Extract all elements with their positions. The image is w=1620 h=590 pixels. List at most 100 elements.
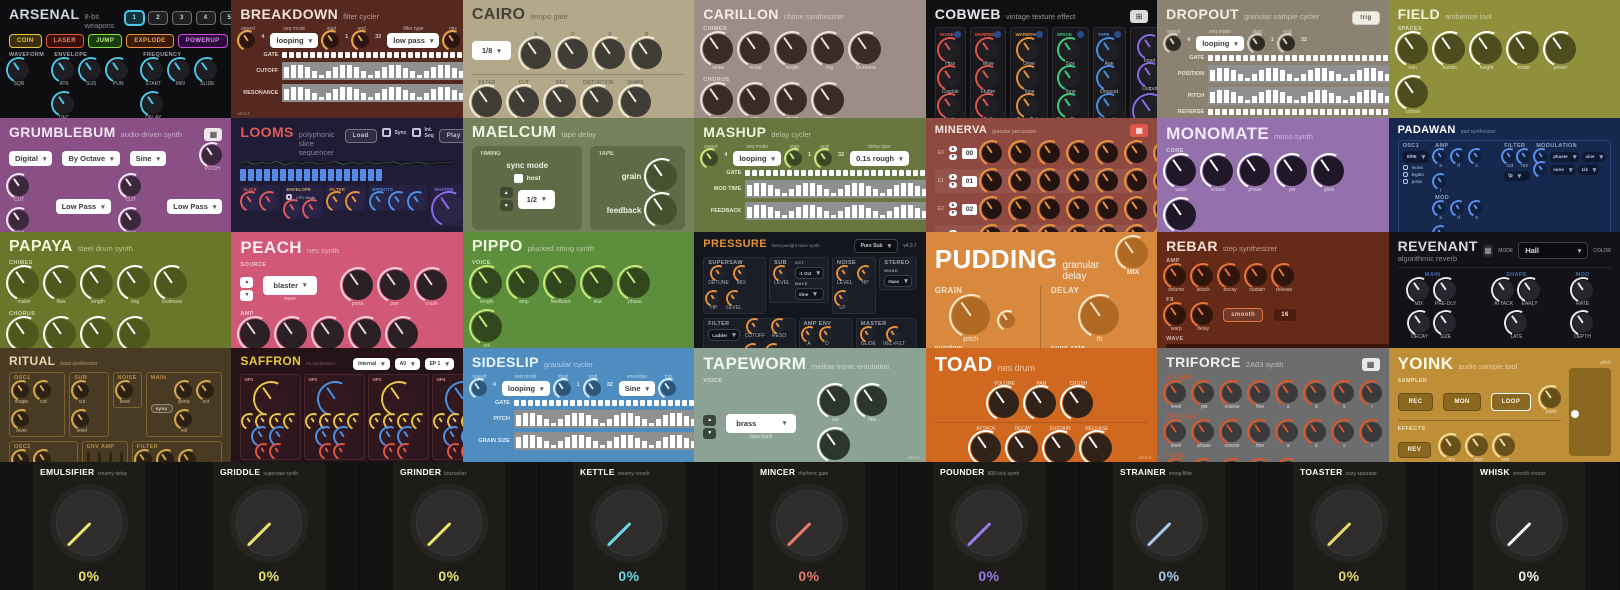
start-knob[interactable] xyxy=(555,381,571,396)
sample-number[interactable]: 02 xyxy=(961,203,978,215)
preset-dot-icon[interactable] xyxy=(1076,31,1084,38)
step-cell[interactable] xyxy=(1229,109,1235,115)
bar-cell[interactable] xyxy=(1252,73,1258,81)
knob-school[interactable] xyxy=(1397,78,1428,108)
bar-cell[interactable] xyxy=(838,210,844,218)
knob-r[interactable] xyxy=(1362,383,1383,403)
bar-cell[interactable] xyxy=(1273,68,1279,81)
bar-cell[interactable] xyxy=(1308,70,1314,81)
bar-cell[interactable] xyxy=(655,418,661,426)
bar-cell[interactable] xyxy=(1266,68,1272,81)
bar-cell[interactable] xyxy=(396,65,402,78)
step-cell[interactable] xyxy=(310,52,316,58)
knob-release[interactable] xyxy=(1274,266,1295,286)
step-cell[interactable] xyxy=(304,169,311,181)
knob-distortion[interactable] xyxy=(583,87,614,117)
step-cell[interactable] xyxy=(312,169,319,181)
knob-tape[interactable] xyxy=(820,430,851,460)
knob-length[interactable] xyxy=(471,268,502,298)
mix-knob[interactable] xyxy=(1134,96,1158,118)
knob-x[interactable] xyxy=(262,194,278,209)
step-cell[interactable] xyxy=(513,400,519,406)
bar-cell[interactable] xyxy=(782,193,788,196)
step-cell[interactable] xyxy=(1278,109,1284,115)
knob-rez[interactable] xyxy=(545,87,576,117)
bar-cell[interactable] xyxy=(417,74,423,78)
step-cell[interactable] xyxy=(815,170,821,176)
bar-cell[interactable] xyxy=(375,92,381,100)
knob-x[interactable] xyxy=(1127,199,1148,219)
bar-cell[interactable] xyxy=(683,437,689,448)
bar-cell[interactable] xyxy=(1364,90,1370,103)
knob-d[interactable] xyxy=(1453,151,1465,162)
knob-strike[interactable] xyxy=(703,34,734,64)
bar-cell[interactable] xyxy=(1364,68,1370,81)
step-cell[interactable] xyxy=(436,52,442,58)
step-cell[interactable] xyxy=(1278,55,1284,61)
mode-dropdown[interactable]: Digital xyxy=(9,151,53,166)
knob-mix[interactable] xyxy=(1441,436,1462,456)
bar-cell[interactable] xyxy=(669,435,675,448)
knob-x[interactable] xyxy=(982,199,1003,219)
bar-cell[interactable] xyxy=(1322,68,1328,81)
grid-icon[interactable]: ▦ xyxy=(1361,358,1380,371)
bar-cell[interactable] xyxy=(1336,96,1342,103)
knob-hiss[interactable] xyxy=(940,40,961,60)
knob-slide[interactable] xyxy=(197,60,218,80)
knob-s[interactable] xyxy=(1334,383,1355,403)
knob-amount[interactable] xyxy=(9,319,39,348)
step-cell[interactable] xyxy=(1250,55,1256,61)
button-4[interactable]: 4 xyxy=(195,11,216,25)
bar-cell[interactable] xyxy=(627,413,633,426)
step-cell[interactable] xyxy=(857,170,863,176)
step-cell[interactable] xyxy=(264,169,271,181)
knob-x[interactable] xyxy=(982,143,1003,163)
step-cell[interactable] xyxy=(324,52,330,58)
knob-flaw[interactable] xyxy=(46,268,76,298)
bar-cell[interactable] xyxy=(536,437,542,448)
knob-rate[interactable] xyxy=(1572,280,1593,300)
grid-icon[interactable]: ▦ xyxy=(204,128,223,141)
bar-cell[interactable] xyxy=(831,193,837,196)
bar-cell[interactable] xyxy=(1371,90,1377,103)
bar-cell[interactable] xyxy=(606,418,612,426)
preset-dropdown[interactable]: EP 1 xyxy=(424,358,454,370)
step-cell[interactable] xyxy=(1341,109,1347,115)
knob-sustain[interactable] xyxy=(314,319,345,348)
bar-cell[interactable] xyxy=(824,211,830,218)
bar-cell[interactable] xyxy=(1343,99,1349,103)
mix-knob[interactable] xyxy=(1118,238,1149,268)
knob-home[interactable] xyxy=(1508,34,1539,64)
knob-attack[interactable] xyxy=(240,319,271,348)
step-cell[interactable] xyxy=(1215,55,1221,61)
bar-cell[interactable] xyxy=(789,188,795,196)
bar-cell[interactable] xyxy=(347,87,353,100)
bar-cell[interactable] xyxy=(676,435,682,448)
knob-s[interactable] xyxy=(1471,203,1483,214)
knob-cut[interactable] xyxy=(120,176,141,196)
step-cell[interactable] xyxy=(1257,109,1263,115)
bar-cell[interactable] xyxy=(887,210,893,218)
knob-a[interactable] xyxy=(1435,151,1447,162)
knob-decay[interactable] xyxy=(1220,266,1241,286)
knob-loudness[interactable] xyxy=(157,268,187,298)
button-coin[interactable]: COIN xyxy=(9,34,42,48)
bar-cell[interactable] xyxy=(1252,95,1258,103)
bar-cell[interactable] xyxy=(522,413,528,426)
knob-x[interactable] xyxy=(1278,461,1299,462)
step-cell[interactable] xyxy=(282,52,288,58)
mix-knob[interactable] xyxy=(661,381,677,396)
grid-icon[interactable]: ▦ xyxy=(1482,244,1494,257)
bar-cell[interactable] xyxy=(305,89,311,100)
bar-cell[interactable] xyxy=(1245,100,1251,103)
step-cell[interactable] xyxy=(1341,55,1347,61)
step-cell[interactable] xyxy=(352,169,359,181)
bar-cell[interactable] xyxy=(438,65,444,78)
bar-cell[interactable] xyxy=(305,67,311,78)
porta-checkbox[interactable]: porta xyxy=(1402,179,1430,184)
mini-knob[interactable] xyxy=(590,484,668,562)
bar-cell[interactable] xyxy=(859,205,865,218)
knob-x[interactable] xyxy=(1040,199,1061,219)
knob-x[interactable] xyxy=(350,416,362,427)
knob-volume[interactable] xyxy=(388,319,419,348)
